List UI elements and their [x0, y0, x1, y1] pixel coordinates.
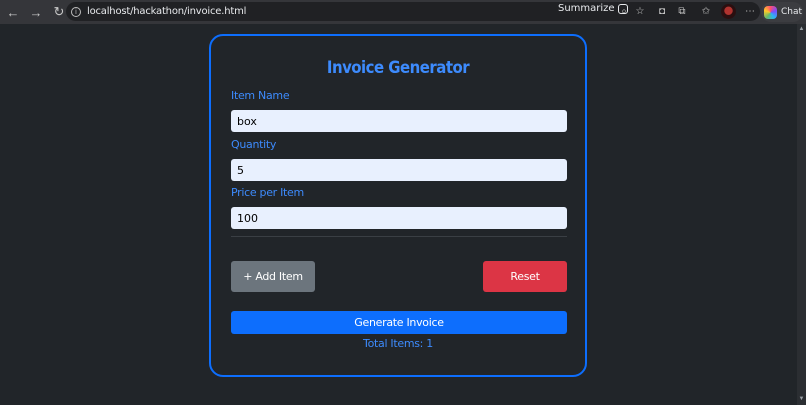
vertical-scrollbar[interactable]: ▲ ▼ [797, 24, 806, 405]
address-url[interactable]: localhost/hackathon/invoice.html [87, 6, 246, 17]
extensions-icon[interactable]: ⧉ [675, 4, 689, 18]
bookmark-star-icon[interactable]: ☆ [633, 4, 647, 18]
summarize-label: Summarize [558, 3, 615, 14]
total-items-text: Total Items: 1 [363, 337, 433, 350]
invoice-card: Invoice Generator Item Name Quantity Pri… [209, 34, 587, 377]
forward-arrow-icon[interactable]: → [26, 2, 46, 22]
divider [231, 236, 567, 237]
price-input[interactable] [231, 207, 567, 229]
scroll-up-icon[interactable]: ▲ [798, 26, 805, 33]
site-info-icon[interactable]: i [71, 6, 81, 17]
chat-label: Chat [781, 7, 803, 17]
price-label: Price per Item [231, 186, 304, 199]
more-menu-icon[interactable]: ⋯ [743, 4, 757, 18]
reset-button[interactable]: Reset [483, 261, 567, 292]
item-name-input[interactable] [231, 110, 567, 132]
scroll-down-icon[interactable]: ▼ [798, 396, 805, 403]
browser-toolbar: ← → ↻ i localhost/hackathon/invoice.html… [0, 0, 806, 24]
item-name-label: Item Name [231, 89, 290, 102]
quantity-label: Quantity [231, 138, 277, 151]
camera-icon[interactable]: ◘ [655, 4, 669, 18]
back-arrow-icon[interactable]: ← [3, 2, 23, 22]
favorites-icon[interactable]: ✩ [699, 4, 713, 18]
profile-avatar[interactable] [721, 4, 736, 19]
copilot-icon [764, 5, 777, 19]
page-title: Invoice Generator [326, 58, 470, 78]
zoom-icon[interactable]: ⌕ [617, 4, 631, 18]
add-item-button[interactable]: + Add Item [231, 261, 315, 292]
generate-invoice-button[interactable]: Generate Invoice [231, 311, 567, 334]
quantity-input[interactable] [231, 159, 567, 181]
page-viewport: Invoice Generator Item Name Quantity Pri… [0, 24, 806, 405]
chat-button[interactable]: Chat [761, 2, 803, 22]
